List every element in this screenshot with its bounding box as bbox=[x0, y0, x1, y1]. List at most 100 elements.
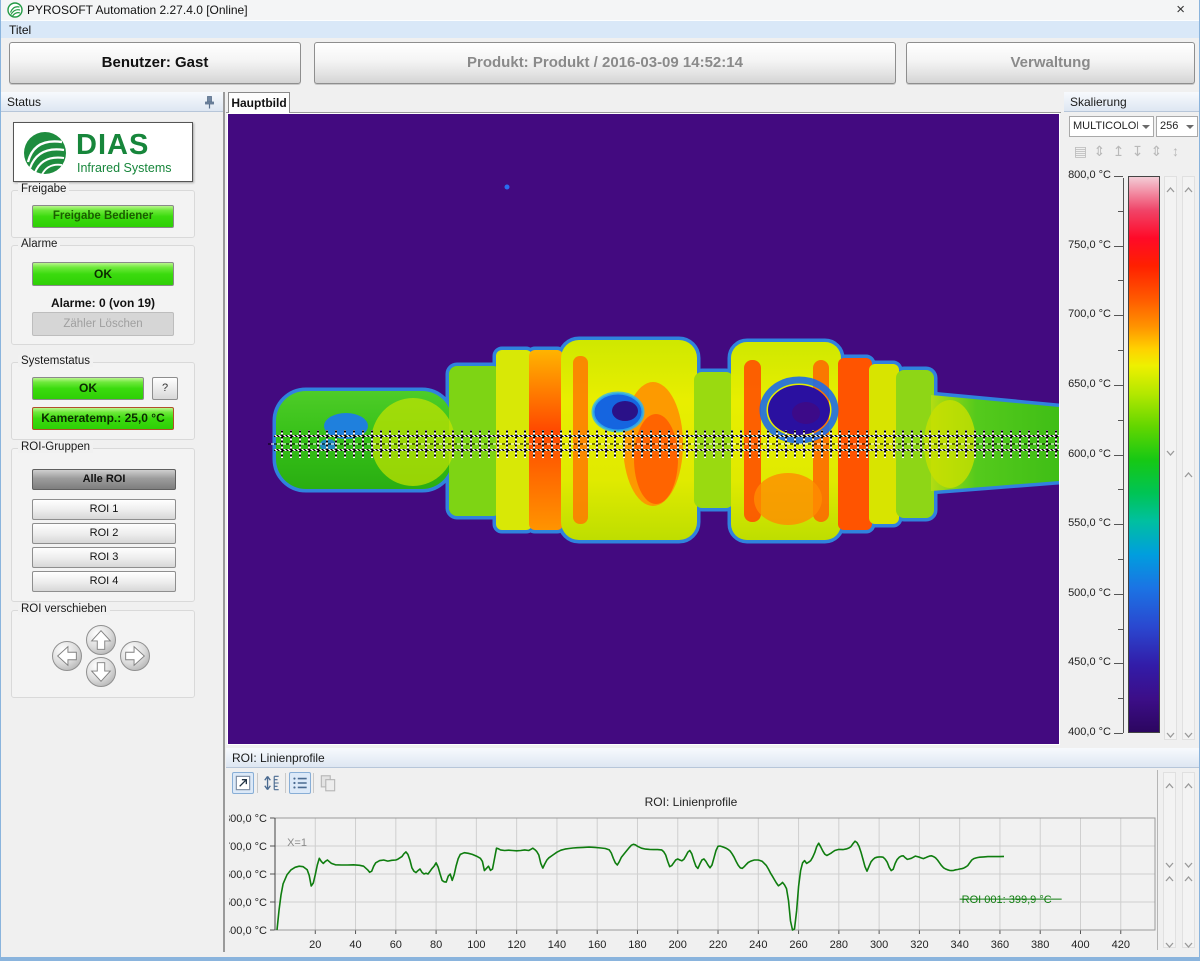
dias-logo: DIAS Infrared Systems bbox=[13, 122, 193, 182]
skalierung-panel-header: Skalierung bbox=[1064, 92, 1200, 112]
roi-2-button[interactable]: ROI 2 bbox=[32, 523, 176, 544]
scale-tick-label: 550,0 °C bbox=[1057, 517, 1111, 529]
chart-title: ROI: Linienprofile bbox=[226, 795, 1156, 809]
profile-scale-scrollbar-1[interactable] bbox=[1163, 772, 1176, 948]
scale-max-down-icon[interactable]: ↧ bbox=[1128, 143, 1147, 160]
scale-tick bbox=[1118, 420, 1123, 421]
scale-max-scrollbar[interactable] bbox=[1164, 176, 1177, 740]
levels-value: 256 bbox=[1160, 120, 1182, 132]
chevron-down-icon bbox=[1186, 125, 1194, 129]
freigabe-label: Freigabe bbox=[18, 183, 69, 195]
close-icon[interactable]: × bbox=[1176, 1, 1185, 19]
scale-max-up-icon[interactable]: ↥ bbox=[1109, 143, 1128, 160]
scale-axis-line bbox=[1123, 178, 1124, 733]
roi-move-group: ROI verschieben bbox=[11, 610, 195, 698]
x-tick-label: 420 bbox=[1112, 939, 1130, 951]
scale-tick bbox=[1118, 629, 1123, 630]
x-tick-label: 280 bbox=[830, 939, 848, 951]
app-window: PYROSOFT Automation 2.27.4.0 [Online] × … bbox=[0, 0, 1200, 961]
profile-panel-header: ROI: Linienprofile bbox=[226, 748, 1200, 768]
arrow-down-icon bbox=[87, 658, 115, 686]
roi-line-strip[interactable] bbox=[268, 430, 1059, 458]
autoscale-button[interactable] bbox=[261, 772, 283, 794]
arrow-up-icon bbox=[87, 626, 115, 654]
scale-tick bbox=[1114, 594, 1123, 595]
freigabe-bediener-button[interactable]: Freigabe Bediener bbox=[32, 205, 174, 228]
profile-panel-title: ROI: Linienprofile bbox=[232, 751, 325, 765]
x-tick-label: 120 bbox=[507, 939, 525, 951]
roi-gruppen-label: ROI-Gruppen bbox=[18, 441, 93, 453]
copy-icon bbox=[318, 773, 338, 793]
x-tick-label: 400 bbox=[1071, 939, 1089, 951]
scale-tick-label: 450,0 °C bbox=[1057, 656, 1111, 668]
scale-shrink-icon[interactable]: ↕ bbox=[1166, 143, 1185, 159]
systemstatus-group: Systemstatus OK ? Kameratemp.: 25,0 °C bbox=[11, 362, 195, 440]
palette-select[interactable]: MULTICOLOR bbox=[1069, 116, 1154, 137]
x-tick-label: 380 bbox=[1031, 939, 1049, 951]
alarm-ok-button[interactable]: OK bbox=[32, 262, 174, 286]
window-title: PYROSOFT Automation 2.27.4.0 [Online] bbox=[27, 3, 248, 17]
palette-settings-icon[interactable]: ▤ bbox=[1071, 143, 1090, 160]
move-down-button[interactable] bbox=[86, 657, 116, 687]
dias-subtitle: Infrared Systems bbox=[77, 161, 171, 175]
thermal-image[interactable] bbox=[228, 114, 1059, 744]
menu-titel[interactable]: Titel bbox=[9, 23, 31, 37]
roi-3-button[interactable]: ROI 3 bbox=[32, 547, 176, 568]
dias-swirl-icon bbox=[22, 130, 68, 176]
roi-all-button[interactable]: Alle ROI bbox=[32, 469, 176, 490]
product-button[interactable]: Produkt: Produkt / 2016-03-09 14:52:14 bbox=[314, 42, 896, 84]
user-button[interactable]: Benutzer: Gast bbox=[9, 42, 301, 84]
copy-button[interactable] bbox=[317, 772, 339, 794]
scale-tick bbox=[1118, 211, 1123, 212]
help-button[interactable]: ? bbox=[152, 377, 178, 400]
roi-4-button[interactable]: ROI 4 bbox=[32, 571, 176, 592]
dias-name: DIAS bbox=[76, 129, 149, 162]
x-tick-label: 100 bbox=[467, 939, 485, 951]
scale-tick bbox=[1118, 489, 1123, 490]
scale-expand-icon[interactable]: ⇕ bbox=[1147, 143, 1166, 160]
pin-icon[interactable] bbox=[204, 96, 215, 109]
popout-button[interactable] bbox=[232, 772, 254, 794]
y-tick-label: 600,0 °C bbox=[229, 869, 267, 881]
scale-tick-label: 800,0 °C bbox=[1057, 169, 1111, 181]
arrow-right-icon bbox=[121, 642, 149, 670]
roi-gruppen-group: ROI-Gruppen Alle ROI ROI 1 ROI 2 ROI 3 R… bbox=[11, 448, 195, 602]
tab-hauptbild[interactable]: Hauptbild bbox=[228, 92, 290, 113]
chart-annotation: ROI 001: 399,9 °C bbox=[962, 894, 1052, 906]
scale-tick-label: 750,0 °C bbox=[1057, 239, 1111, 251]
admin-button[interactable]: Verwaltung bbox=[906, 42, 1195, 84]
move-right-button[interactable] bbox=[120, 641, 150, 671]
profile-scale-scrollbar-2[interactable] bbox=[1182, 772, 1195, 948]
system-ok-button[interactable]: OK bbox=[32, 377, 144, 400]
move-left-button[interactable] bbox=[52, 641, 82, 671]
scale-tick bbox=[1114, 385, 1123, 386]
scale-tick-label: 400,0 °C bbox=[1057, 726, 1111, 738]
palette-value: MULTICOLOR bbox=[1073, 120, 1138, 132]
reset-counter-button[interactable]: Zähler Löschen bbox=[32, 312, 174, 336]
legend-list-button[interactable] bbox=[289, 772, 311, 794]
systemstatus-label: Systemstatus bbox=[18, 355, 93, 367]
move-up-button[interactable] bbox=[86, 625, 116, 655]
roi-1-button[interactable]: ROI 1 bbox=[32, 499, 176, 520]
scale-auto-icon[interactable]: ⇕ bbox=[1090, 143, 1109, 160]
x-tick-label: 300 bbox=[870, 939, 888, 951]
scale-toolbar: ▤⇕↥↧⇕↕ bbox=[1071, 143, 1197, 161]
x-tick-label: 60 bbox=[390, 939, 402, 951]
chevron-down-icon bbox=[1142, 125, 1150, 129]
roi-move-label: ROI verschieben bbox=[18, 603, 110, 615]
camera-temp-button[interactable]: Kameratemp.: 25,0 °C bbox=[32, 407, 174, 430]
x-tick-label: 360 bbox=[991, 939, 1009, 951]
thermal-image-frame bbox=[227, 113, 1060, 745]
scale-tick bbox=[1114, 315, 1123, 316]
alarm-count-text: Alarme: 0 (von 19) bbox=[12, 296, 194, 310]
scale-tick bbox=[1118, 698, 1123, 699]
skalierung-title: Skalierung bbox=[1070, 95, 1127, 109]
scale-tick bbox=[1114, 246, 1123, 247]
scale-tick bbox=[1114, 176, 1123, 177]
menu-bar: Titel bbox=[1, 20, 1199, 38]
scale-min-scrollbar[interactable] bbox=[1182, 176, 1195, 740]
sidebar-splitter[interactable] bbox=[223, 92, 225, 952]
scale-tick bbox=[1118, 350, 1123, 351]
levels-select[interactable]: 256 bbox=[1156, 116, 1198, 137]
profile-chart[interactable]: 2040608010012014016018020022024026028030… bbox=[229, 812, 1161, 954]
